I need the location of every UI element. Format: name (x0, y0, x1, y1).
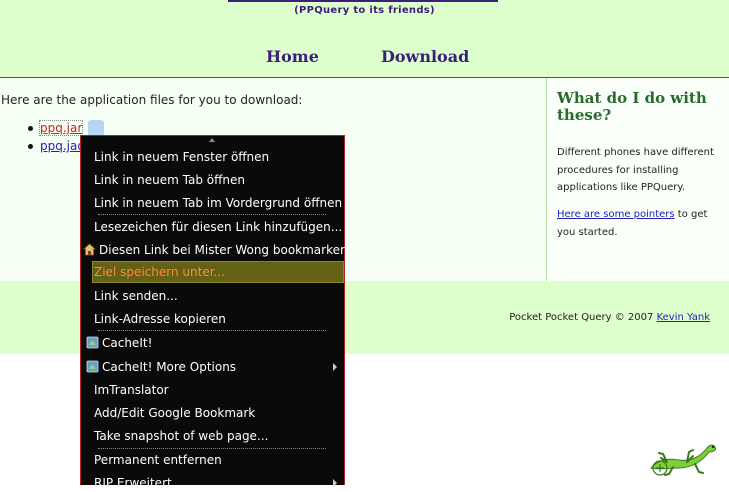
sidebar-heading: What do I do with these? (557, 89, 707, 124)
menu-separator (98, 214, 326, 215)
footer-text: Pocket Pocket Query © 2007 (509, 312, 657, 323)
file-link-jar[interactable]: ppq.jar (38, 120, 84, 136)
menu-item-take-snapshot[interactable]: Take snapshot of web page... (94, 427, 268, 445)
menu-item-open-new-window[interactable]: Link in neuem Fenster öffnen (94, 148, 269, 166)
cacheit-icon (86, 360, 99, 373)
menu-item-cacheit[interactable]: CacheIt! (86, 334, 152, 352)
gecko-logo-icon (650, 444, 716, 476)
menu-item-rip-extended[interactable]: RIP Erweitert (94, 474, 172, 492)
menu-item-label: Diesen Link bei Mister Wong bookmarken (99, 243, 348, 257)
menu-item-open-new-tab[interactable]: Link in neuem Tab öffnen (94, 171, 245, 189)
sidebar: What do I do with these? Different phone… (546, 78, 729, 281)
menu-item-open-foreground-tab[interactable]: Link in neuem Tab im Vordergrund öffnen (94, 194, 342, 212)
file-link-jad[interactable]: ppq.jad (40, 139, 85, 153)
cacheit-icon (86, 336, 99, 349)
sidebar-paragraph: Different phones have different procedur… (557, 147, 714, 193)
sidebar-pointers: Here are some pointers to get you starte… (557, 206, 722, 241)
page-subtitle: (PPQuery to its friends) (294, 5, 435, 16)
page-title-fragment (228, 0, 498, 2)
download-intro: Here are the application files for you t… (1, 93, 303, 107)
context-menu: Link in neuem Fenster öffnen Link in neu… (80, 135, 348, 490)
menu-item-mister-wong[interactable]: Diesen Link bei Mister Wong bookmarken (83, 241, 348, 259)
author-link[interactable]: Kevin Yank (657, 312, 710, 323)
menu-separator (98, 330, 326, 331)
footer-copyright: Pocket Pocket Query © 2007 Kevin Yank (509, 312, 710, 323)
menu-item-label: CacheIt! (102, 336, 153, 350)
menu-item-copy-link-address[interactable]: Link-Adresse kopieren (94, 310, 226, 328)
menu-item-send-link[interactable]: Link senden... (94, 287, 178, 305)
menu-item-remove-permanently[interactable]: Permanent entfernen (94, 451, 222, 469)
menu-separator (98, 448, 326, 449)
nav-home-link[interactable]: Home (266, 47, 319, 66)
mister-wong-icon (83, 243, 96, 256)
submenu-arrow-icon (333, 479, 337, 487)
submenu-arrow-icon (333, 363, 337, 371)
list-bullet (28, 144, 33, 149)
menu-item-imtranslator[interactable]: ImTranslator (94, 381, 169, 399)
menu-item-google-bookmark[interactable]: Add/Edit Google Bookmark (94, 404, 255, 422)
menu-scroll-up-arrow-icon[interactable] (209, 138, 215, 142)
menu-item-save-target-as[interactable]: Ziel speichern unter... (94, 263, 225, 281)
nav-download-link[interactable]: Download (381, 47, 469, 66)
page-header: (PPQuery to its friends) Home Download (0, 0, 729, 78)
menu-item-label: CacheIt! More Options (102, 360, 237, 374)
link-hover-highlight (88, 120, 104, 136)
menu-item-bookmark-link[interactable]: Lesezeichen für diesen Link hinzufügen..… (94, 218, 342, 236)
menu-item-cacheit-more-options[interactable]: CacheIt! More Options (86, 358, 236, 376)
list-bullet (28, 126, 33, 131)
pointers-link[interactable]: Here are some pointers (557, 209, 675, 220)
